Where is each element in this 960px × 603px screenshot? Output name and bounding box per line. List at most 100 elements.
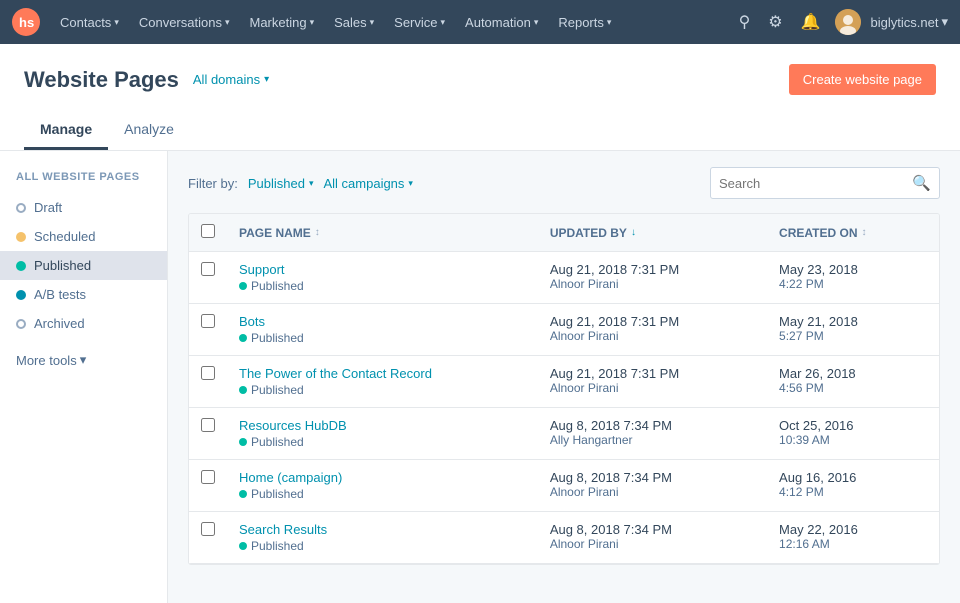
filter-label: Filter by: — [188, 176, 238, 191]
notifications-icon[interactable]: 🔔 — [797, 8, 825, 36]
col-updated-by[interactable]: UPDATED BY ↓ — [538, 214, 767, 252]
page-name-cell: Home (campaign) Published — [227, 460, 538, 512]
status-badge: Published — [239, 383, 526, 397]
page-name-link[interactable]: Home (campaign) — [239, 470, 526, 485]
select-all-cell — [189, 214, 227, 252]
created-time: 4:22 PM — [779, 277, 927, 291]
page-name-link[interactable]: The Power of the Contact Record — [239, 366, 526, 381]
updated-by-name: Alnoor Pirani — [550, 277, 755, 291]
row-checkbox[interactable] — [201, 366, 215, 380]
nav-sales[interactable]: Sales ▾ — [324, 0, 384, 44]
nav-automation[interactable]: Automation ▾ — [455, 0, 548, 44]
created-on-cell: Aug 16, 2016 4:12 PM — [767, 460, 939, 512]
sidebar-item-scheduled[interactable]: Scheduled — [0, 222, 167, 251]
created-time: 4:56 PM — [779, 381, 927, 395]
select-all-checkbox[interactable] — [201, 224, 215, 238]
created-date: May 22, 2016 — [779, 522, 927, 537]
pages-table: PAGE NAME ↕ UPDATED BY ↓ — [188, 213, 940, 565]
nav-contacts[interactable]: Contacts ▾ — [50, 0, 129, 44]
chevron-down-icon: ▾ — [114, 17, 119, 28]
row-checkbox[interactable] — [201, 522, 215, 536]
account-menu[interactable]: biglytics.net ▾ — [871, 14, 948, 30]
page-name-link[interactable]: Support — [239, 262, 526, 277]
sidebar-item-ab-tests[interactable]: A/B tests — [0, 280, 167, 309]
updated-by-name: Alnoor Pirani — [550, 485, 755, 499]
row-checkbox[interactable] — [201, 418, 215, 432]
status-label: Published — [251, 487, 304, 501]
status-badge: Published — [239, 279, 526, 293]
nav-marketing[interactable]: Marketing ▾ — [239, 0, 324, 44]
updated-by-cell: Aug 8, 2018 7:34 PM Ally Hangartner — [538, 408, 767, 460]
chevron-down-icon: ▾ — [225, 17, 230, 28]
created-date: Mar 26, 2018 — [779, 366, 927, 381]
avatar[interactable] — [835, 9, 861, 35]
created-date: May 23, 2018 — [779, 262, 927, 277]
page-name-cell: Search Results Published — [227, 512, 538, 564]
nav-right-icons: ⚲ ⚙ 🔔 biglytics.net ▾ — [735, 8, 948, 36]
updated-by-name: Alnoor Pirani — [550, 329, 755, 343]
updated-by-cell: Aug 8, 2018 7:34 PM Alnoor Pirani — [538, 512, 767, 564]
settings-icon[interactable]: ⚙ — [764, 8, 786, 36]
status-dot — [239, 386, 247, 394]
sort-icon: ↕ — [315, 227, 320, 238]
page-name-link[interactable]: Search Results — [239, 522, 526, 537]
sidebar-item-draft[interactable]: Draft — [0, 193, 167, 222]
chevron-down-icon: ▾ — [310, 17, 315, 28]
status-dot — [239, 438, 247, 446]
sort-active-icon: ↓ — [631, 227, 636, 238]
nav-service[interactable]: Service ▾ — [384, 0, 455, 44]
updated-by-cell: Aug 21, 2018 7:31 PM Alnoor Pirani — [538, 304, 767, 356]
table-header-row: PAGE NAME ↕ UPDATED BY ↓ — [189, 214, 939, 252]
tab-analyze[interactable]: Analyze — [108, 111, 190, 150]
row-checkbox[interactable] — [201, 470, 215, 484]
nav-conversations[interactable]: Conversations ▾ — [129, 0, 240, 44]
table-row: Home (campaign) Published Aug 8, 2018 7:… — [189, 460, 939, 512]
hubspot-logo[interactable]: hs — [12, 8, 40, 36]
sidebar-item-published[interactable]: Published — [0, 251, 167, 280]
row-checkbox[interactable] — [201, 262, 215, 276]
sidebar-item-archived[interactable]: Archived — [0, 309, 167, 338]
chevron-down-icon: ▾ — [309, 178, 314, 189]
search-icon[interactable]: 🔍 — [912, 174, 931, 192]
updated-date: Aug 21, 2018 7:31 PM — [550, 262, 755, 277]
updated-date: Aug 21, 2018 7:31 PM — [550, 314, 755, 329]
created-on-cell: May 23, 2018 4:22 PM — [767, 252, 939, 304]
domains-filter[interactable]: All domains ▾ — [193, 72, 269, 87]
created-on-cell: Mar 26, 2018 4:56 PM — [767, 356, 939, 408]
more-tools[interactable]: More tools ▾ — [0, 338, 167, 368]
status-filter[interactable]: Published ▾ — [248, 176, 314, 191]
row-checkbox-cell — [189, 252, 227, 304]
page-name-link[interactable]: Bots — [239, 314, 526, 329]
published-status-dot — [16, 261, 26, 271]
archived-status-dot — [16, 319, 26, 329]
status-label: Published — [251, 331, 304, 345]
chevron-down-icon: ▾ — [534, 17, 539, 28]
created-on-cell: Oct 25, 2016 10:39 AM — [767, 408, 939, 460]
search-icon[interactable]: ⚲ — [735, 8, 755, 36]
table-row: Search Results Published Aug 8, 2018 7:3… — [189, 512, 939, 564]
page-header: Website Pages All domains ▾ Create websi… — [0, 44, 960, 151]
status-label: Published — [251, 383, 304, 397]
status-badge: Published — [239, 539, 526, 553]
chevron-down-icon: ▾ — [408, 178, 413, 189]
draft-status-dot — [16, 203, 26, 213]
content-area: All website pages Draft Scheduled Publis… — [0, 151, 960, 603]
updated-by-cell: Aug 21, 2018 7:31 PM Alnoor Pirani — [538, 252, 767, 304]
created-date: Oct 25, 2016 — [779, 418, 927, 433]
tab-manage[interactable]: Manage — [24, 111, 108, 150]
row-checkbox[interactable] — [201, 314, 215, 328]
create-website-page-button[interactable]: Create website page — [789, 64, 936, 95]
nav-reports[interactable]: Reports ▾ — [548, 0, 621, 44]
col-page-name[interactable]: PAGE NAME ↕ — [227, 214, 538, 252]
search-input[interactable] — [719, 176, 912, 191]
campaigns-filter[interactable]: All campaigns ▾ — [323, 176, 412, 191]
sidebar-title: All website pages — [0, 171, 167, 193]
page-name-link[interactable]: Resources HubDB — [239, 418, 526, 433]
created-time: 10:39 AM — [779, 433, 927, 447]
col-created-on[interactable]: CREATED ON ↕ — [767, 214, 939, 252]
ab-tests-status-dot — [16, 290, 26, 300]
status-label: Published — [251, 435, 304, 449]
created-time: 4:12 PM — [779, 485, 927, 499]
page-container: Website Pages All domains ▾ Create websi… — [0, 44, 960, 603]
search-box: 🔍 — [710, 167, 940, 199]
